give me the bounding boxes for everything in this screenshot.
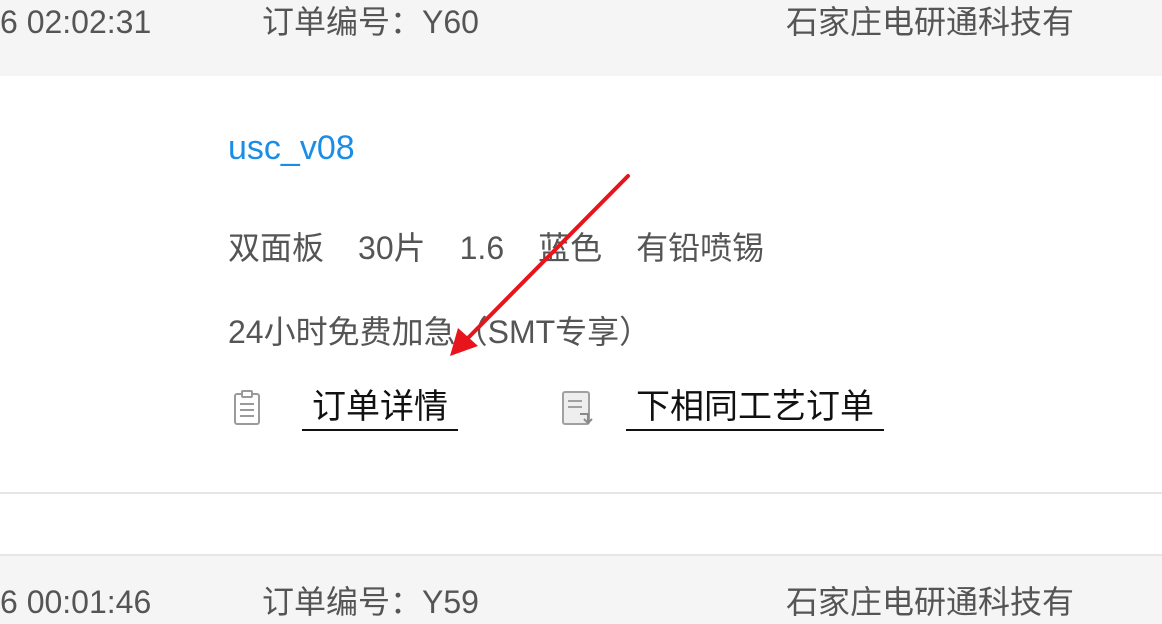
company-name: 石家庄电研通科技有 xyxy=(786,4,1075,40)
spec-color: 蓝色 xyxy=(538,230,603,266)
order-detail-action[interactable]: 订单详情 xyxy=(232,384,458,432)
order-header-top: 6 02:02:31 订单编号：Y60 石家庄电研通科技有 xyxy=(0,0,1162,76)
spec-quantity: 30片 xyxy=(358,230,426,266)
rush-service-text: 24小时免费加急（SMT专享） xyxy=(228,314,652,350)
spec-surface: 有铅喷锡 xyxy=(636,230,765,266)
spec-thickness: 1.6 xyxy=(459,230,505,266)
document-reorder-icon xyxy=(562,391,593,425)
clipboard-list-icon xyxy=(234,390,260,425)
reorder-link[interactable]: 下相同工艺订单 xyxy=(626,385,884,431)
section-divider xyxy=(0,492,1162,494)
reorder-action[interactable]: 下相同工艺订单 xyxy=(560,384,884,432)
order-header-bottom: 6 00:01:46 订单编号：Y59 石家庄电研通科技有 xyxy=(0,554,1162,624)
order-time: 6 02:02:31 xyxy=(0,4,152,40)
order-card: usc_v08 双面板 30片 1.6 蓝色 有铅喷锡 24小时免费加急（SMT专享） … xyxy=(0,76,1162,492)
order-number: 订单编号：Y59 xyxy=(262,584,479,620)
order-number: 订单编号：Y60 xyxy=(262,4,479,40)
spec-line: 双面板 30片 1.6 蓝色 有铅喷锡 xyxy=(228,228,798,268)
product-name-link[interactable]: usc_v08 xyxy=(228,128,355,168)
order-detail-link[interactable]: 订单详情 xyxy=(302,385,458,431)
order-time: 6 00:01:46 xyxy=(0,584,152,620)
company-name: 石家庄电研通科技有 xyxy=(786,584,1075,620)
spec-layers: 双面板 xyxy=(228,230,325,266)
